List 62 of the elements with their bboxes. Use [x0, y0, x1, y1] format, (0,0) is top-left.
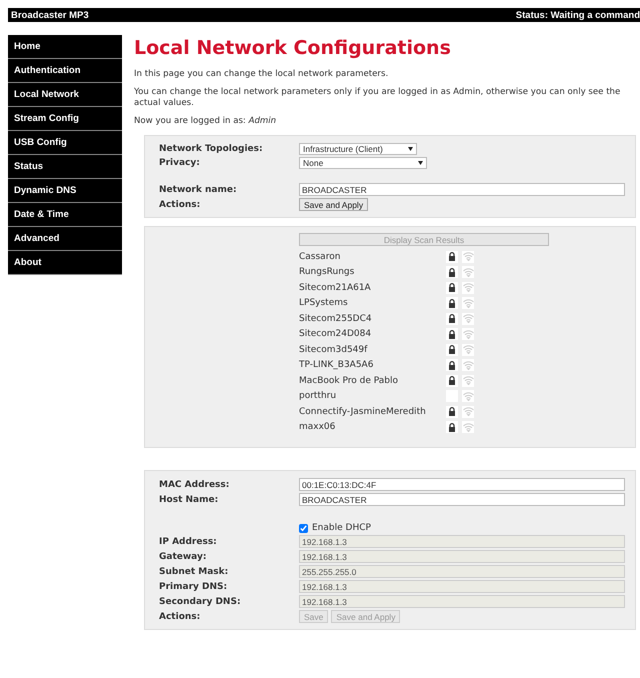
wifi-icon — [462, 360, 474, 370]
field-label: Privacy: — [159, 158, 201, 168]
network-name[interactable]: LPSystems — [299, 298, 442, 308]
input-field[interactable]: 00:1E:C0:13:DC:4F — [299, 478, 625, 491]
wifi-icon — [462, 314, 474, 324]
checkbox[interactable] — [299, 524, 308, 532]
caret-icon — [408, 147, 413, 151]
field-label: Actions: — [159, 612, 202, 622]
wifi-icon — [462, 376, 474, 386]
checkbox-label: Enable DHCP — [312, 523, 371, 533]
field-label: Network Topologies: — [159, 144, 264, 154]
wifi-icon — [462, 392, 474, 401]
wifi-icon — [462, 330, 474, 339]
network-name[interactable]: Connectify-JasmineMeredith — [299, 406, 442, 417]
field-label: Network name: — [159, 184, 238, 194]
wifi-icon — [462, 422, 474, 432]
network-name[interactable]: Sitecom21A61A — [299, 282, 442, 293]
nav-item[interactable]: Advanced — [8, 227, 122, 251]
field-label: Subnet Mask: — [159, 566, 230, 576]
nav-item[interactable]: About — [8, 251, 122, 275]
login-text: Now you are logged in as: Admin — [134, 116, 278, 127]
nav-item[interactable]: Stream Config — [8, 107, 122, 131]
nav-item[interactable]: Authentication — [8, 59, 122, 83]
wifi-icon — [462, 345, 474, 354]
intro-text: In this page you can change the local network parameters. — [134, 69, 390, 80]
nav-item[interactable]: USB Config — [8, 131, 122, 155]
field-label: Gateway: — [159, 552, 208, 562]
wifi-icon — [462, 268, 474, 277]
network-name[interactable]: Cassaron — [299, 252, 442, 262]
input-field[interactable]: BROADCASTER — [299, 493, 625, 506]
status-text: Status: Waiting a command — [516, 10, 640, 20]
nav-item[interactable]: Status — [8, 155, 122, 179]
wifi-icon — [462, 252, 474, 262]
network-name[interactable]: MacBook Pro de Pablo — [299, 376, 442, 386]
intro-text: You can change the local network parameters only if you are logged in as Admin, otherwise you can only see the actual values. — [134, 87, 622, 109]
network-name[interactable]: Sitecom3d549f — [299, 344, 442, 355]
network-name[interactable]: Sitecom255DC4 — [299, 314, 442, 324]
nav-item[interactable]: Dynamic DNS — [8, 179, 122, 203]
dropdown[interactable]: Infrastructure (Client) — [299, 143, 417, 155]
network-name[interactable]: TP-LINK_B3A5A6 — [299, 360, 442, 370]
field-label: Secondary DNS: — [159, 596, 242, 606]
field-label: Primary DNS: — [159, 582, 228, 592]
action-button[interactable]: Save and Apply — [299, 198, 368, 211]
field-label: MAC Address: — [159, 480, 230, 490]
network-name[interactable]: portthru — [299, 391, 442, 402]
field-label: Actions: — [159, 200, 202, 210]
network-name[interactable]: RungsRungs — [299, 267, 442, 278]
wifi-icon — [462, 298, 474, 308]
dropdown[interactable]: None — [299, 157, 427, 169]
network-name[interactable]: maxx06 — [299, 422, 442, 432]
wifi-icon — [462, 407, 474, 416]
field-label: Host Name: — [159, 494, 220, 504]
nav-item[interactable]: Date & Time — [8, 203, 122, 227]
input-field[interactable]: BROADCASTER — [299, 183, 625, 196]
nav-item[interactable]: Home — [8, 35, 122, 59]
field-label: IP Address: — [159, 536, 218, 546]
nav-item[interactable]: Local Network — [8, 83, 122, 107]
network-name[interactable]: Sitecom24D084 — [299, 329, 442, 340]
app-title: Broadcaster MP3 — [11, 10, 89, 20]
caret-icon — [418, 161, 423, 165]
wifi-icon — [462, 283, 474, 292]
page-title: Local Network Configurations — [134, 37, 452, 59]
